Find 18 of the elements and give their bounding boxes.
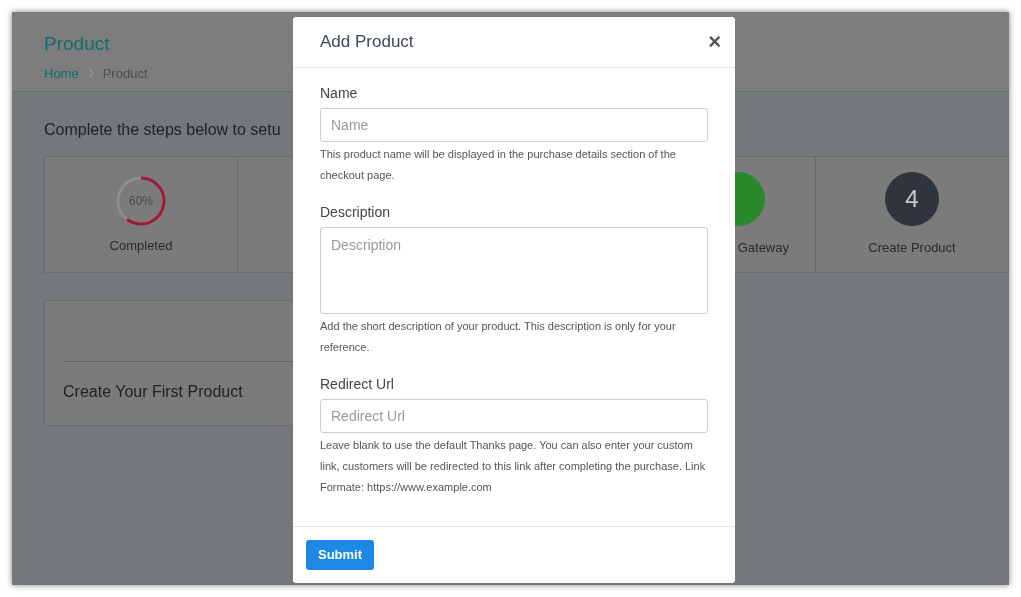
step-label: Gateway: [737, 238, 789, 257]
field-label: Description: [320, 203, 392, 222]
help-text: Add the short description of your product. This description is only for your reference.: [320, 319, 677, 355]
submit-button[interactable]: Submit: [306, 540, 375, 570]
help-text: This product name will be displayed in the purchase details section of the checkout page.: [320, 147, 677, 183]
text-field[interactable]: Name: [320, 108, 708, 142]
card-title: Create Your First Product: [63, 383, 243, 400]
field-label: Redirect Url: [320, 375, 395, 394]
help-text: Leave blank to use the default Thanks page. You can also enter your custom link, customers will be redirected to this link after completing the purchase. Link Formate: https://www.example.com: [320, 438, 707, 495]
step-label: Create Product: [868, 238, 956, 257]
close-button[interactable]: ×: [708, 31, 721, 53]
text-field[interactable]: Redirect Url: [320, 399, 708, 433]
dialog-title: Add Product: [320, 31, 414, 54]
field-label: Name: [320, 84, 359, 103]
page-title: Product: [44, 32, 110, 56]
description-field[interactable]: Description: [320, 227, 708, 314]
step-label: Completed: [109, 236, 173, 255]
intro-text: Complete the steps below to setu: [44, 120, 281, 140]
